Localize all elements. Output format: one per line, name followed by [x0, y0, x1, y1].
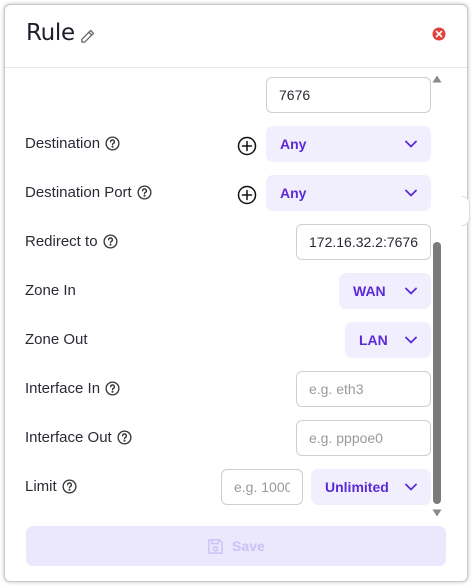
port-row	[5, 77, 445, 115]
destination-port-select-value: Any	[280, 185, 307, 201]
save-button[interactable]: Save	[26, 526, 446, 566]
plus-circle-icon[interactable]	[237, 136, 257, 156]
dialog-title: Rule	[26, 20, 75, 46]
limit-row: Limit Unlimited	[5, 469, 445, 507]
scroll-down-arrow-icon[interactable]	[432, 509, 442, 517]
limit-input[interactable]	[221, 469, 303, 505]
chevron-down-icon	[405, 287, 417, 295]
zone-in-select-value: WAN	[353, 283, 386, 299]
destination-port-label: Destination Port	[25, 184, 132, 201]
interface-out-row: Interface Out	[5, 420, 445, 458]
zone-in-label: Zone In	[25, 282, 76, 299]
redirect-to-label: Redirect to	[25, 233, 98, 250]
header-divider	[5, 67, 467, 68]
zone-out-select-value: LAN	[359, 332, 388, 348]
chevron-down-icon	[405, 189, 417, 197]
destination-select-value: Any	[280, 136, 307, 152]
floppy-disk-icon	[208, 538, 224, 554]
help-icon[interactable]	[137, 185, 152, 200]
plus-circle-icon[interactable]	[237, 185, 257, 205]
help-icon[interactable]	[117, 430, 132, 445]
interface-in-input[interactable]	[296, 371, 431, 407]
help-icon[interactable]	[62, 479, 77, 494]
chevron-down-icon	[405, 140, 417, 148]
limit-unit-select[interactable]: Unlimited	[311, 469, 431, 505]
scrollbar-thumb[interactable]	[433, 242, 441, 504]
zone-in-row: Zone In WAN	[5, 273, 445, 311]
zone-out-select[interactable]: LAN	[345, 322, 431, 358]
destination-select[interactable]: Any	[266, 126, 431, 162]
chevron-down-icon	[405, 483, 417, 491]
scroll-up-arrow-icon[interactable]	[432, 75, 442, 83]
redirect-to-input[interactable]	[296, 224, 431, 260]
destination-row: Destination Any	[5, 126, 445, 164]
interface-in-label: Interface In	[25, 380, 101, 397]
port-input[interactable]	[266, 77, 431, 113]
help-icon[interactable]	[105, 381, 120, 396]
pencil-icon[interactable]	[79, 28, 96, 45]
save-button-label: Save	[232, 538, 265, 554]
close-icon[interactable]	[432, 27, 446, 41]
zone-in-select[interactable]: WAN	[339, 273, 431, 309]
zone-out-row: Zone Out LAN	[5, 322, 445, 360]
chevron-down-icon	[405, 336, 417, 344]
destination-port-select[interactable]: Any	[266, 175, 431, 211]
redirect-to-row: Redirect to	[5, 224, 445, 262]
limit-unit-value: Unlimited	[325, 479, 389, 495]
interface-out-input[interactable]	[296, 420, 431, 456]
help-icon[interactable]	[105, 136, 120, 151]
interface-in-row: Interface In	[5, 371, 445, 409]
side-handle	[462, 196, 470, 226]
rule-dialog: Rule Destination Any Destination Port An…	[4, 4, 468, 582]
limit-label: Limit	[25, 478, 57, 495]
zone-out-label: Zone Out	[25, 331, 88, 348]
help-icon[interactable]	[103, 234, 118, 249]
destination-port-row: Destination Port Any	[5, 175, 445, 213]
destination-label: Destination	[25, 135, 101, 152]
interface-out-label: Interface Out	[25, 429, 112, 446]
